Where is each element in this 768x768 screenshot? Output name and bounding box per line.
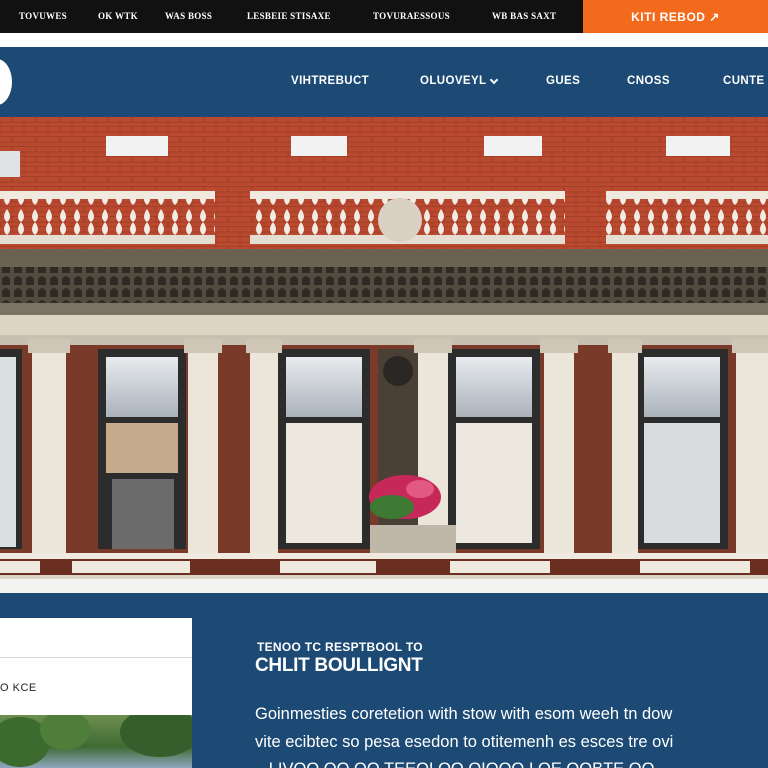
nav-item-2-label: OLUOVEYL [420,75,487,87]
section-divider [0,579,768,593]
utility-link-6[interactable]: WB BAS SAXT [492,11,556,21]
section-headline: CHLIT BOULLIGNT [255,655,423,676]
nav-item-2[interactable]: OLUOVEYL [420,75,499,87]
building-facade-illustration [0,117,768,579]
nav-item-3[interactable]: GUES [546,75,580,87]
nav-item-3-label: GUES [546,75,581,87]
body-line-3: – LIVOO OO OO TEEOI OO OIOOO I OE OOBTE … [255,760,654,768]
nav-item-5-label: CUNTE [723,75,765,87]
card-image [0,715,192,768]
utility-link-2[interactable]: OK WTK [98,11,138,21]
cta-button[interactable]: KITI REBOD ↗ [583,0,768,33]
utility-bar: TOVUWES OK WTK WAS BOSS LESBEIE STISAXE … [0,0,768,33]
utility-link-1[interactable]: TOVUWES [19,11,67,21]
nav-item-1[interactable]: VIHTREBUCT [291,75,369,87]
main-nav: VIHTREBUCT OLUOVEYL GUES CNOSS CUNTE [0,47,768,117]
utility-link-3[interactable]: WAS BOSS [165,11,212,21]
hero-image [0,117,768,579]
card-header [0,618,192,658]
nav-item-1-label: VIHTREBUCT [291,75,370,87]
chevron-down-icon [490,75,499,84]
nav-item-4-label: CNOSS [627,75,670,87]
utility-link-4[interactable]: LESBEIE STISAXE [247,11,331,21]
nav-item-4[interactable]: CNOSS [627,75,670,87]
header-spacer [0,33,768,47]
utility-link-5[interactable]: TOVURAESSOUS [373,11,450,21]
section-kicker: TENOO TC RESPTBOOL TO [257,640,423,654]
logo[interactable] [0,59,12,105]
body-line-1: Goinmesties coretetion with stow with es… [255,705,673,723]
body-line-2: vite ecibtec so pesa esedon to otitemenh… [255,733,674,751]
sidebar-card[interactable]: O KCE [0,618,192,768]
nav-item-5[interactable]: CUNTE [723,75,765,87]
card-label: O KCE [0,682,37,694]
